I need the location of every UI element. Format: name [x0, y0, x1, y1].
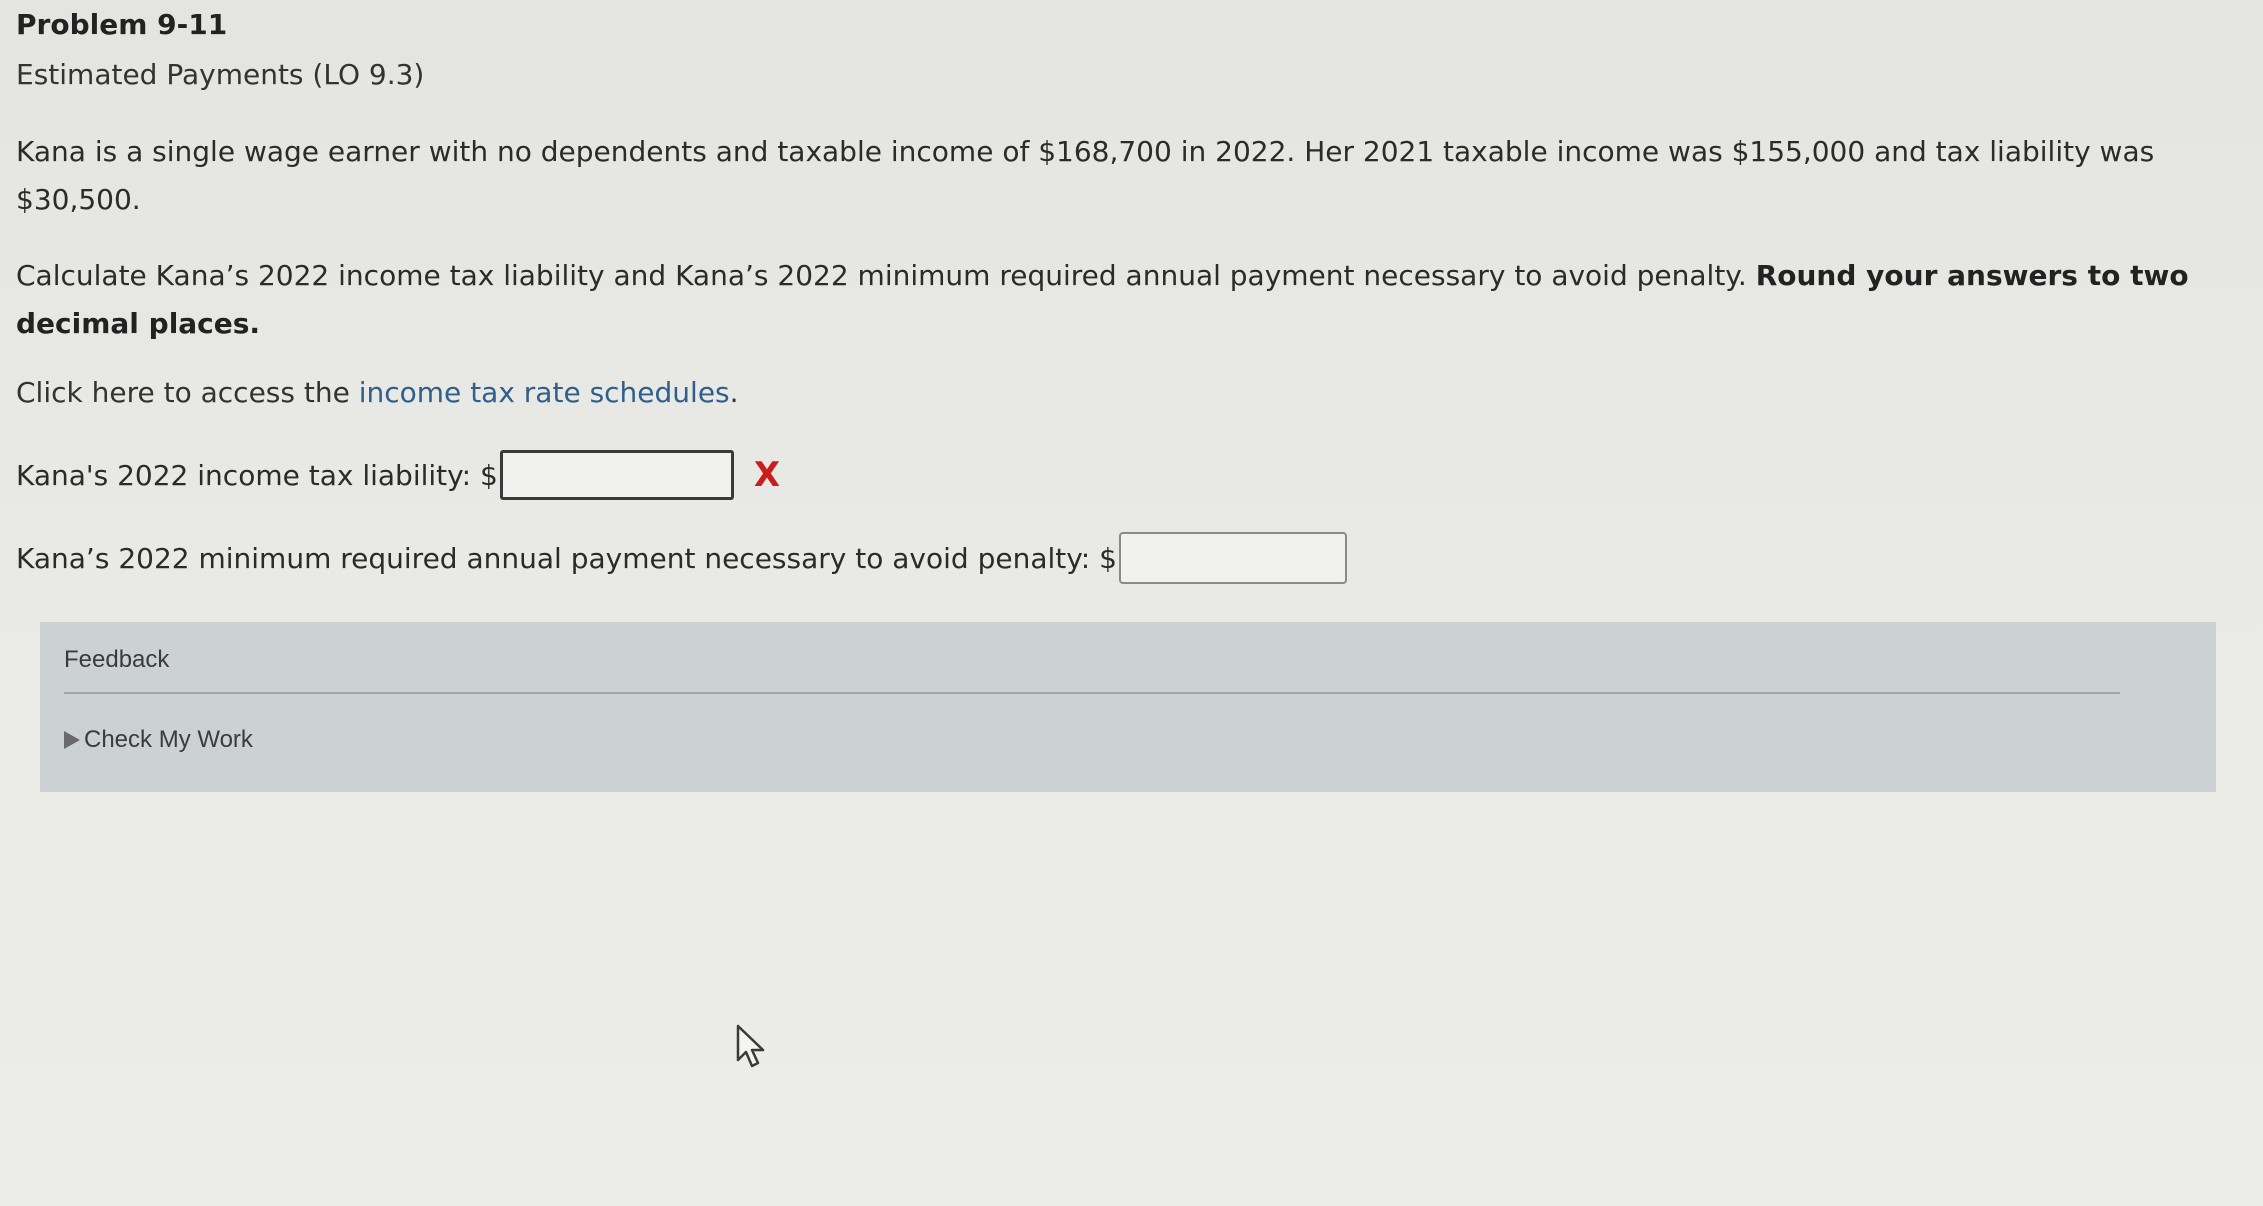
question-tax-liability: Kana's 2022 income tax liability: $ X	[16, 450, 780, 500]
check-my-work-toggle[interactable]: Check My Work	[64, 726, 253, 754]
instructions: Calculate Kana’s 2022 income tax liabili…	[16, 252, 2196, 348]
feedback-divider	[64, 692, 2120, 694]
scenario-text: Kana is a single wage earner with no dep…	[16, 135, 2155, 216]
minimum-payment-input[interactable]	[1118, 532, 1347, 584]
tax-liability-input[interactable]	[499, 450, 734, 500]
tax-rate-schedules-link[interactable]: income tax rate schedules	[359, 376, 730, 409]
resource-suffix: .	[729, 376, 739, 409]
question-label: Kana’s 2022 minimum required annual paym…	[16, 541, 1117, 575]
expand-triangle-icon	[64, 731, 80, 749]
resource-line: Click here to access the income tax rate…	[16, 376, 739, 409]
feedback-title: Feedback	[64, 646, 170, 673]
question-minimum-payment: Kana’s 2022 minimum required annual paym…	[16, 532, 1347, 584]
incorrect-x-icon: X	[753, 455, 781, 495]
question-label: Kana's 2022 income tax liability: $	[16, 458, 498, 492]
resource-prefix: Click here to access the	[16, 376, 359, 409]
instructions-text: Calculate Kana’s 2022 income tax liabili…	[16, 259, 1747, 292]
feedback-panel: Feedback Check My Work	[40, 622, 2216, 792]
problem-title: Problem 9-11	[16, 8, 228, 41]
problem-subtitle: Estimated Payments (LO 9.3)	[16, 58, 425, 91]
mouse-pointer-icon	[736, 1024, 765, 1068]
check-my-work-label: Check My Work	[84, 726, 253, 753]
problem-page: Problem 9-11 Estimated Payments (LO 9.3)…	[0, 0, 2263, 1206]
